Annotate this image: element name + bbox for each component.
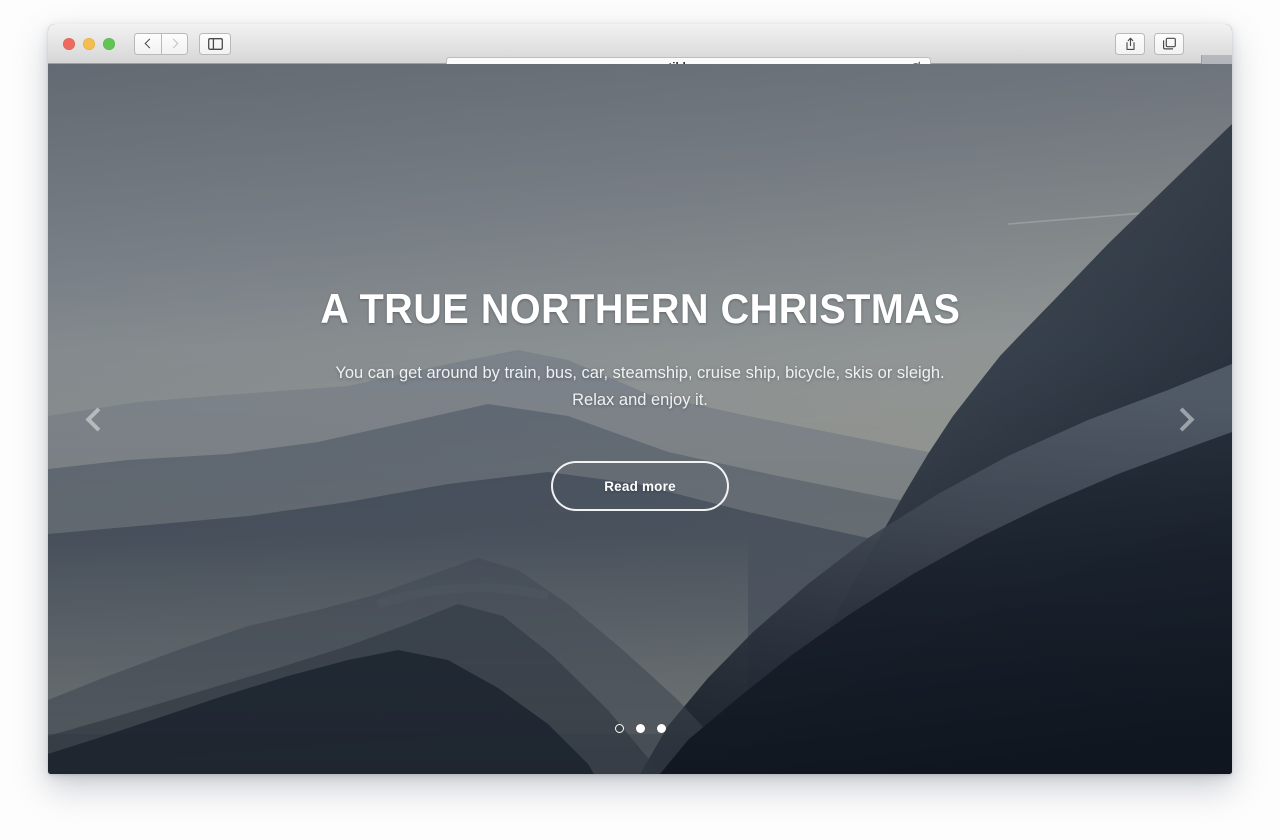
hero-content: A TRUE NORTHERN CHRISTMAS You can get ar… (48, 64, 1232, 774)
chevron-left-icon (144, 38, 155, 49)
carousel-next-button[interactable] (1162, 396, 1208, 442)
forward-button[interactable] (161, 32, 188, 55)
page-title: A TRUE NORTHERN CHRISTMAS (320, 285, 960, 332)
chevron-right-icon (1170, 406, 1195, 432)
tab-overview-icon (1162, 37, 1176, 50)
chevron-left-icon (85, 406, 110, 432)
carousel-dot-2[interactable] (635, 724, 645, 733)
hero-subtitle-line-2: Relax and enjoy it. (572, 391, 708, 409)
page-viewport: A TRUE NORTHERN CHRISTMAS You can get ar… (48, 64, 1232, 774)
browser-window: tilda.cc (48, 24, 1232, 774)
browser-toolbar: tilda.cc (48, 24, 1232, 86)
window-controls (63, 37, 115, 50)
share-icon (1125, 37, 1135, 50)
chevron-right-icon (168, 38, 178, 49)
maximize-window-button[interactable] (103, 37, 115, 50)
tab-overview-button[interactable] (1154, 33, 1184, 55)
toolbar-right-group (1115, 33, 1184, 55)
share-button[interactable] (1115, 33, 1145, 55)
navigation-buttons (134, 32, 188, 55)
back-button[interactable] (134, 32, 161, 55)
close-window-button[interactable] (63, 37, 75, 50)
carousel-dots (48, 724, 1232, 733)
minimize-window-button[interactable] (83, 37, 95, 50)
sidebar-panel-icon (207, 37, 223, 50)
hero-subtitle-line-1: You can get around by train, bus, car, s… (335, 364, 945, 382)
hero-subtitle: You can get around by train, bus, car, s… (310, 360, 970, 414)
carousel-dot-1[interactable] (614, 724, 624, 733)
carousel-prev-button[interactable] (72, 396, 118, 442)
read-more-button[interactable]: Read more (551, 461, 729, 511)
carousel-dot-3[interactable] (656, 724, 666, 733)
sidebar-toggle-button[interactable] (199, 32, 231, 55)
